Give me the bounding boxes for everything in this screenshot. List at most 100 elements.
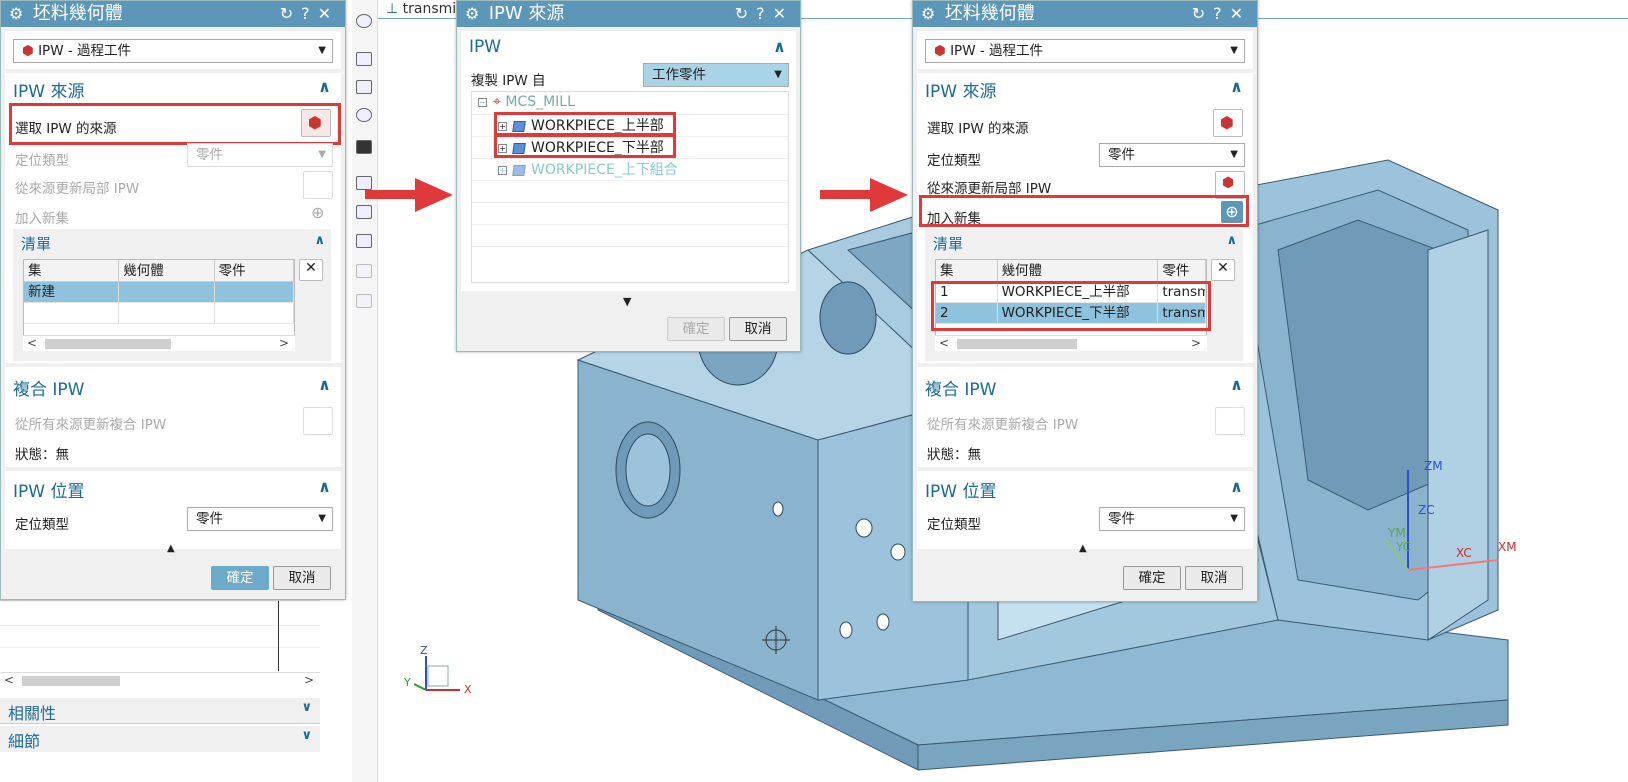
collapse-icon[interactable]: ∧ bbox=[1226, 233, 1237, 248]
chevron-down-icon[interactable]: ∨ bbox=[301, 728, 312, 743]
collapse-icon[interactable]: ∧ bbox=[318, 375, 331, 394]
help-icon[interactable]: ? bbox=[301, 4, 318, 23]
cancel-button[interactable]: 取消 bbox=[1185, 566, 1243, 590]
dialog-titlebar[interactable]: ⚙ 坯料幾何體 ↻?✕ bbox=[913, 1, 1257, 27]
workpiece-icon bbox=[512, 120, 526, 132]
reset-icon[interactable]: ↻ bbox=[1192, 4, 1213, 23]
ipw-position-header[interactable]: IPW 位置 bbox=[13, 477, 84, 502]
tree-node-workpiece-lower[interactable]: + WORKPIECE_下半部 bbox=[498, 137, 664, 157]
close-icon[interactable]: ✕ bbox=[318, 4, 339, 23]
update-local-button[interactable]: ⬢ bbox=[1215, 171, 1245, 199]
close-icon[interactable]: ✕ bbox=[1230, 4, 1251, 23]
update-composite-button[interactable] bbox=[303, 407, 333, 435]
tree-node-mcs-mill[interactable]: − ⌖ MCS_MILL bbox=[478, 94, 575, 110]
reset-icon[interactable]: ↻ bbox=[280, 4, 301, 23]
navigator-hscroll[interactable]: < > bbox=[0, 672, 320, 688]
list-hscroll[interactable]: < > bbox=[23, 335, 295, 351]
set-list-table[interactable]: 集幾何體 零件 新建 bbox=[23, 259, 295, 343]
collapse-icon[interactable]: ∧ bbox=[318, 77, 331, 96]
web-icon[interactable] bbox=[356, 294, 372, 308]
flow-arrow-1 bbox=[365, 178, 453, 212]
reset-icon[interactable]: ↻ bbox=[735, 4, 756, 23]
tree-node-workpiece-combined[interactable]: + WORKPIECE_上下組合 bbox=[498, 159, 678, 179]
navigator-related-panel[interactable]: 相關性 ∨ bbox=[0, 698, 320, 724]
workpiece-icon bbox=[512, 142, 526, 154]
collapse-icon[interactable]: ∧ bbox=[773, 37, 786, 56]
blank-geometry-dialog-right: ⚙ 坯料幾何體 ↻?✕ ⬢ IPW - 過程工件 ▼ IPW 來源 ∧ 選取 IP… bbox=[912, 0, 1258, 602]
assembly-icon[interactable] bbox=[356, 80, 372, 94]
xm-axis-label: XM bbox=[1498, 540, 1517, 554]
tool-icon[interactable] bbox=[356, 140, 372, 154]
dialog-titlebar[interactable]: ⚙ IPW 來源 ↻?✕ bbox=[457, 1, 800, 27]
navigator-details-panel[interactable]: 細節 ∨ bbox=[0, 726, 320, 752]
select-source-button[interactable]: ⬢ bbox=[1213, 109, 1243, 137]
chevron-down-icon: ▼ bbox=[318, 45, 326, 56]
tree-icon[interactable] bbox=[356, 234, 372, 248]
collapse-icon[interactable]: ∧ bbox=[1230, 375, 1243, 394]
remove-icon[interactable]: ✕ bbox=[1211, 259, 1235, 281]
cancel-button[interactable]: 取消 bbox=[273, 566, 331, 590]
table-row[interactable]: 2 WORKPIECE_下半部 transm bbox=[936, 303, 1207, 324]
collapse-icon[interactable]: ∧ bbox=[1230, 77, 1243, 96]
expand-icon[interactable]: ▲ bbox=[1079, 543, 1087, 554]
role-icon[interactable] bbox=[356, 264, 372, 278]
ipw-source-header[interactable]: IPW 來源 bbox=[13, 77, 84, 102]
ok-button[interactable]: 確定 bbox=[667, 317, 725, 341]
chevron-down-icon[interactable]: ∨ bbox=[301, 700, 312, 715]
locate-type-dropdown[interactable]: 零件 ▼ bbox=[187, 143, 333, 167]
update-local-button[interactable] bbox=[303, 171, 333, 199]
copy-from-dropdown[interactable]: 工作零件 ▼ bbox=[643, 63, 789, 87]
pos-locate-type-dropdown[interactable]: 零件 ▼ bbox=[1099, 507, 1245, 531]
status-label: 狀態：無 bbox=[927, 447, 981, 463]
dialog-title: 坯料幾何體 bbox=[32, 3, 123, 24]
help-icon[interactable]: ? bbox=[756, 4, 773, 23]
collapse-icon[interactable]: ∧ bbox=[1230, 477, 1243, 496]
update-composite-label: 從所有來源更新複合 IPW bbox=[927, 417, 1079, 433]
locate-type-dropdown[interactable]: 零件 ▼ bbox=[1099, 143, 1245, 167]
type-dropdown[interactable]: ⬢ IPW - 過程工件 ▼ bbox=[13, 39, 333, 63]
remove-icon[interactable]: ✕ bbox=[299, 259, 323, 281]
pos-locate-type-dropdown[interactable]: 零件 ▼ bbox=[187, 507, 333, 531]
cancel-button[interactable]: 取消 bbox=[729, 317, 787, 341]
table-row[interactable]: 新建 bbox=[24, 282, 295, 303]
dialog-titlebar[interactable]: ⚙ 坯料幾何體 ↻?✕ bbox=[1, 1, 345, 27]
chevron-down-icon[interactable]: ▼ bbox=[623, 295, 631, 308]
ipw-header[interactable]: IPW bbox=[469, 37, 501, 57]
y-axis-label: Y bbox=[404, 676, 411, 689]
list-hscroll[interactable]: < > bbox=[935, 335, 1207, 351]
add-icon[interactable]: ⊕ bbox=[311, 203, 324, 222]
list-header[interactable]: 清單 bbox=[933, 233, 963, 254]
ym-axis-label: YM bbox=[1388, 526, 1406, 540]
geometry-tree[interactable]: − ⌖ MCS_MILL + WORKPIECE_上半部 + WORKPIECE_下半… bbox=[471, 91, 789, 283]
collapse-icon[interactable]: ∧ bbox=[318, 477, 331, 496]
tree-node-workpiece-upper[interactable]: + WORKPIECE_上半部 bbox=[498, 115, 664, 135]
copy-from-label: 複製 IPW 自 bbox=[471, 73, 546, 89]
composite-ipw-header[interactable]: 複合 IPW bbox=[925, 375, 996, 400]
close-icon[interactable]: ✕ bbox=[773, 4, 794, 23]
update-composite-button[interactable] bbox=[1215, 407, 1245, 435]
gear-icon: ⚙ bbox=[9, 4, 24, 23]
ok-button[interactable]: 確定 bbox=[1123, 566, 1181, 590]
add-icon[interactable]: ⊕ bbox=[1221, 201, 1243, 223]
select-source-label: 選取 IPW 的來源 bbox=[927, 121, 1029, 137]
collapse-icon[interactable]: ∧ bbox=[314, 233, 325, 248]
help-icon[interactable]: ? bbox=[1213, 4, 1230, 23]
update-local-label: 從來源更新局部 IPW bbox=[927, 181, 1052, 197]
z-axis-label: Z bbox=[420, 644, 428, 657]
expand-icon[interactable]: ▲ bbox=[167, 543, 175, 554]
select-source-button[interactable]: ⬢ bbox=[301, 109, 331, 137]
list-header[interactable]: 清單 bbox=[21, 233, 51, 254]
ipw-position-header[interactable]: IPW 位置 bbox=[925, 477, 996, 502]
dialog-title: IPW 來源 bbox=[488, 3, 565, 24]
composite-ipw-header[interactable]: 複合 IPW bbox=[13, 375, 84, 400]
type-dropdown[interactable]: ⬢ IPW - 過程工件 ▼ bbox=[925, 39, 1245, 63]
status-label: 狀態：無 bbox=[15, 447, 69, 463]
history-icon[interactable] bbox=[356, 14, 372, 28]
clock-icon[interactable] bbox=[356, 108, 372, 122]
ipw-source-dialog: ⚙ IPW 來源 ↻?✕ IPW ∧ 複製 IPW 自 工作零件 ▼ − ⌖ MCS… bbox=[456, 0, 801, 352]
table-row[interactable]: 1 WORKPIECE_上半部 transm bbox=[936, 282, 1207, 303]
ipw-source-header[interactable]: IPW 來源 bbox=[925, 77, 996, 102]
ok-button[interactable]: 確定 bbox=[211, 566, 269, 590]
set-list-table[interactable]: 集幾何體 零件 1 WORKPIECE_上半部 transm 2 WORKPIECE_下… bbox=[935, 259, 1207, 343]
navigator-icon[interactable] bbox=[356, 52, 372, 66]
